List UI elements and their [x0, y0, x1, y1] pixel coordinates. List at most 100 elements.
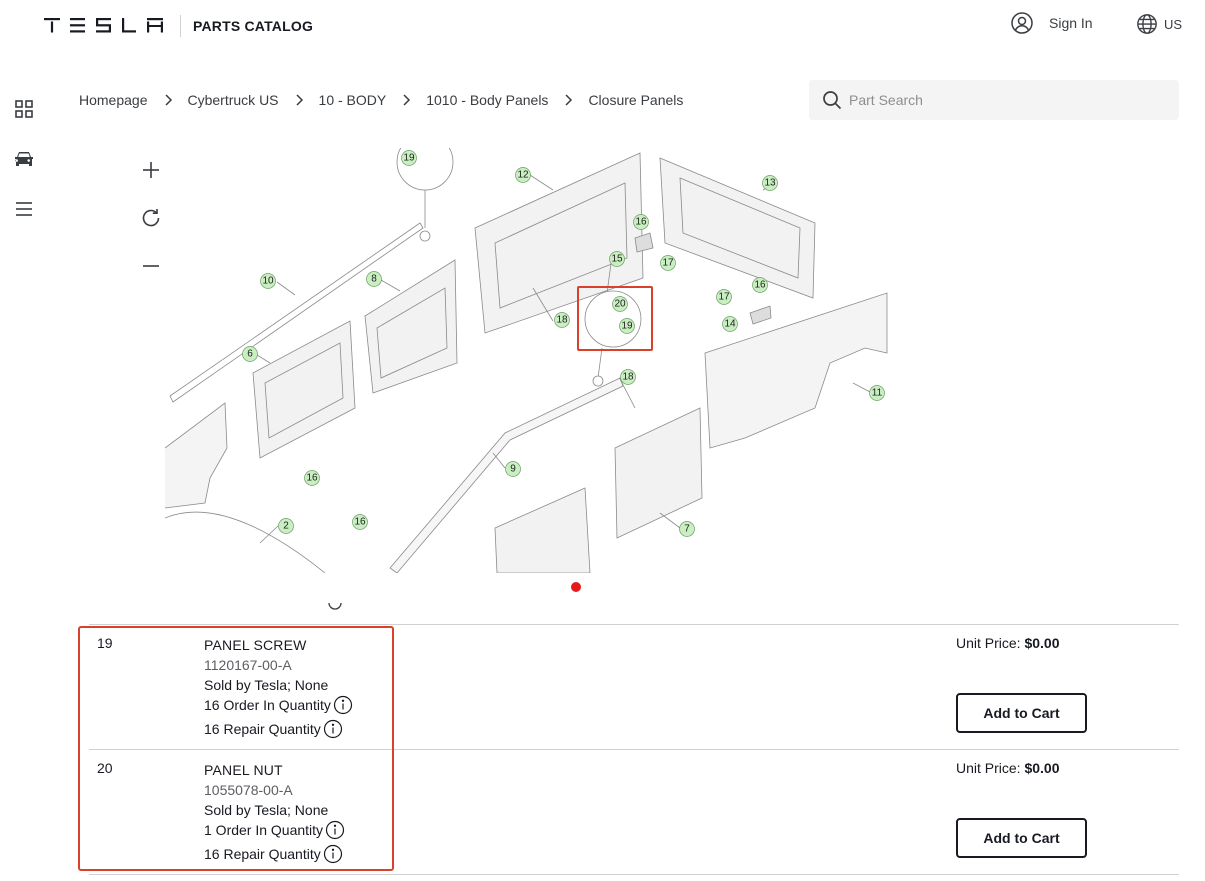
- add-to-cart-button[interactable]: Add to Cart: [956, 693, 1087, 733]
- callout-16-center[interactable]: 16: [633, 214, 649, 230]
- breadcrumb-homepage[interactable]: Homepage: [79, 92, 148, 108]
- menu-button[interactable]: [12, 197, 36, 221]
- callout-15[interactable]: 15: [609, 251, 625, 267]
- callout-2[interactable]: 2: [278, 518, 294, 534]
- info-circle-icon[interactable]: [333, 695, 353, 715]
- sign-in-label: Sign In: [1049, 15, 1093, 31]
- callout-17-right[interactable]: 17: [716, 289, 732, 305]
- part-row: 19 PANEL SCREW 1120167-00-A Sold by Tesl…: [89, 625, 1179, 749]
- svg-text:6: 6: [247, 349, 253, 360]
- unit-price-value: $0.00: [1024, 635, 1060, 651]
- breadcrumb: Homepage Cybertruck US 10 - BODY 1010 - …: [79, 90, 683, 110]
- callout-16-bottom[interactable]: 16: [352, 514, 368, 530]
- info-circle-icon[interactable]: [323, 719, 343, 739]
- svg-text:18: 18: [622, 372, 634, 383]
- header: PARTS CATALOG Sign In US: [0, 0, 1205, 52]
- sign-in-button[interactable]: Sign In: [1010, 11, 1093, 35]
- part-name: PANEL SCREW: [204, 637, 307, 653]
- callout-18-lower[interactable]: 18: [620, 369, 636, 385]
- chevron-right-icon: [548, 90, 588, 110]
- svg-text:18: 18: [556, 315, 568, 326]
- breadcrumb-category[interactable]: 10 - BODY: [319, 92, 387, 108]
- callout-18-upper[interactable]: 18: [554, 312, 570, 328]
- part-callout-number: 19: [97, 635, 113, 651]
- minus-icon: [143, 265, 159, 267]
- info-circle-icon[interactable]: [325, 820, 345, 840]
- part-name: PANEL NUT: [204, 762, 283, 778]
- car-icon: [15, 152, 33, 166]
- search-icon: [823, 91, 842, 110]
- repair-quantity: 16 Repair Quantity: [204, 846, 321, 862]
- svg-text:16: 16: [635, 217, 647, 228]
- exploded-parts-diagram[interactable]: 19 12 13 16 15 17 10 8 18 20 19 17 16 14…: [165, 148, 900, 573]
- svg-text:7: 7: [684, 524, 690, 535]
- grid-view-button[interactable]: [12, 97, 36, 121]
- svg-text:20: 20: [614, 299, 626, 310]
- callout-11[interactable]: 11: [869, 385, 885, 401]
- list-divider: [89, 874, 1179, 875]
- callout-10[interactable]: 10: [260, 273, 276, 289]
- info-circle-icon[interactable]: [323, 844, 343, 864]
- carousel-dot-active[interactable]: [571, 582, 581, 592]
- breadcrumb-subcategory[interactable]: 1010 - Body Panels: [426, 92, 548, 108]
- part-search-box[interactable]: [809, 80, 1179, 120]
- callout-6[interactable]: 6: [242, 346, 258, 362]
- vehicle-button[interactable]: [12, 147, 36, 171]
- callout-14[interactable]: 14: [722, 316, 738, 332]
- svg-text:16: 16: [354, 517, 366, 528]
- callout-17-center[interactable]: 17: [660, 255, 676, 271]
- unit-price-label: Unit Price:: [956, 760, 1025, 776]
- part-number: 1055078-00-A: [204, 782, 293, 798]
- part-info: PANEL NUT 1055078-00-A Sold by Tesla; No…: [204, 760, 345, 864]
- chevron-right-icon: [148, 90, 188, 110]
- part-info: PANEL SCREW 1120167-00-A Sold by Tesla; …: [204, 635, 353, 739]
- svg-text:2: 2: [283, 521, 289, 532]
- logo-divider: [180, 15, 181, 37]
- callout-7[interactable]: 7: [679, 521, 695, 537]
- repair-quantity: 16 Repair Quantity: [204, 721, 321, 737]
- sold-by: Sold by Tesla; None: [204, 677, 329, 693]
- svg-text:9: 9: [510, 464, 516, 475]
- part-row: 20 PANEL NUT 1055078-00-A Sold by Tesla;…: [89, 750, 1179, 874]
- callout-12[interactable]: 12: [515, 167, 531, 183]
- reset-view-button[interactable]: [139, 206, 163, 230]
- svg-text:19: 19: [621, 321, 633, 332]
- diagram-canvas: 19 12 13 16 15 17 10 8 18 20 19 17 16 14…: [165, 148, 888, 573]
- callout-8[interactable]: 8: [366, 271, 382, 287]
- unit-price-value: $0.00: [1024, 760, 1060, 776]
- breadcrumb-vehicle[interactable]: Cybertruck US: [188, 92, 279, 108]
- add-to-cart-button[interactable]: Add to Cart: [956, 818, 1087, 858]
- callout-19-top[interactable]: 19: [401, 150, 417, 166]
- zoom-out-button[interactable]: [139, 254, 163, 278]
- svg-text:11: 11: [872, 388, 883, 399]
- svg-text:14: 14: [724, 319, 736, 330]
- plus-icon: [143, 162, 159, 178]
- callout-16-right[interactable]: 16: [752, 277, 768, 293]
- part-search-input[interactable]: [849, 80, 1174, 120]
- grid-icon: [15, 100, 33, 118]
- rotate-icon: [142, 209, 160, 227]
- menu-icon: [16, 202, 32, 216]
- callout-20[interactable]: 20: [612, 296, 628, 312]
- zoom-in-button[interactable]: [139, 158, 163, 182]
- locale-label: US: [1164, 16, 1183, 32]
- chevron-right-icon: [386, 90, 426, 110]
- svg-text:12: 12: [517, 170, 529, 181]
- partial-icon: [328, 603, 342, 610]
- svg-text:15: 15: [611, 254, 623, 265]
- svg-text:16: 16: [306, 473, 318, 484]
- globe-icon: [1137, 14, 1157, 34]
- chevron-right-icon: [279, 90, 319, 110]
- callout-9[interactable]: 9: [505, 461, 521, 477]
- breadcrumb-current[interactable]: Closure Panels: [588, 92, 683, 108]
- unit-price: Unit Price: $0.00: [956, 760, 1060, 776]
- svg-text:17: 17: [662, 258, 674, 269]
- catalog-title[interactable]: PARTS CATALOG: [193, 18, 313, 34]
- callout-19-detail[interactable]: 19: [619, 318, 635, 334]
- callout-13[interactable]: 13: [762, 175, 778, 191]
- callout-16-left[interactable]: 16: [304, 470, 320, 486]
- part-callout-number: 20: [97, 760, 113, 776]
- tesla-wordmark-logo[interactable]: [44, 17, 166, 33]
- locale-selector[interactable]: US: [1136, 12, 1182, 36]
- svg-text:10: 10: [262, 276, 274, 287]
